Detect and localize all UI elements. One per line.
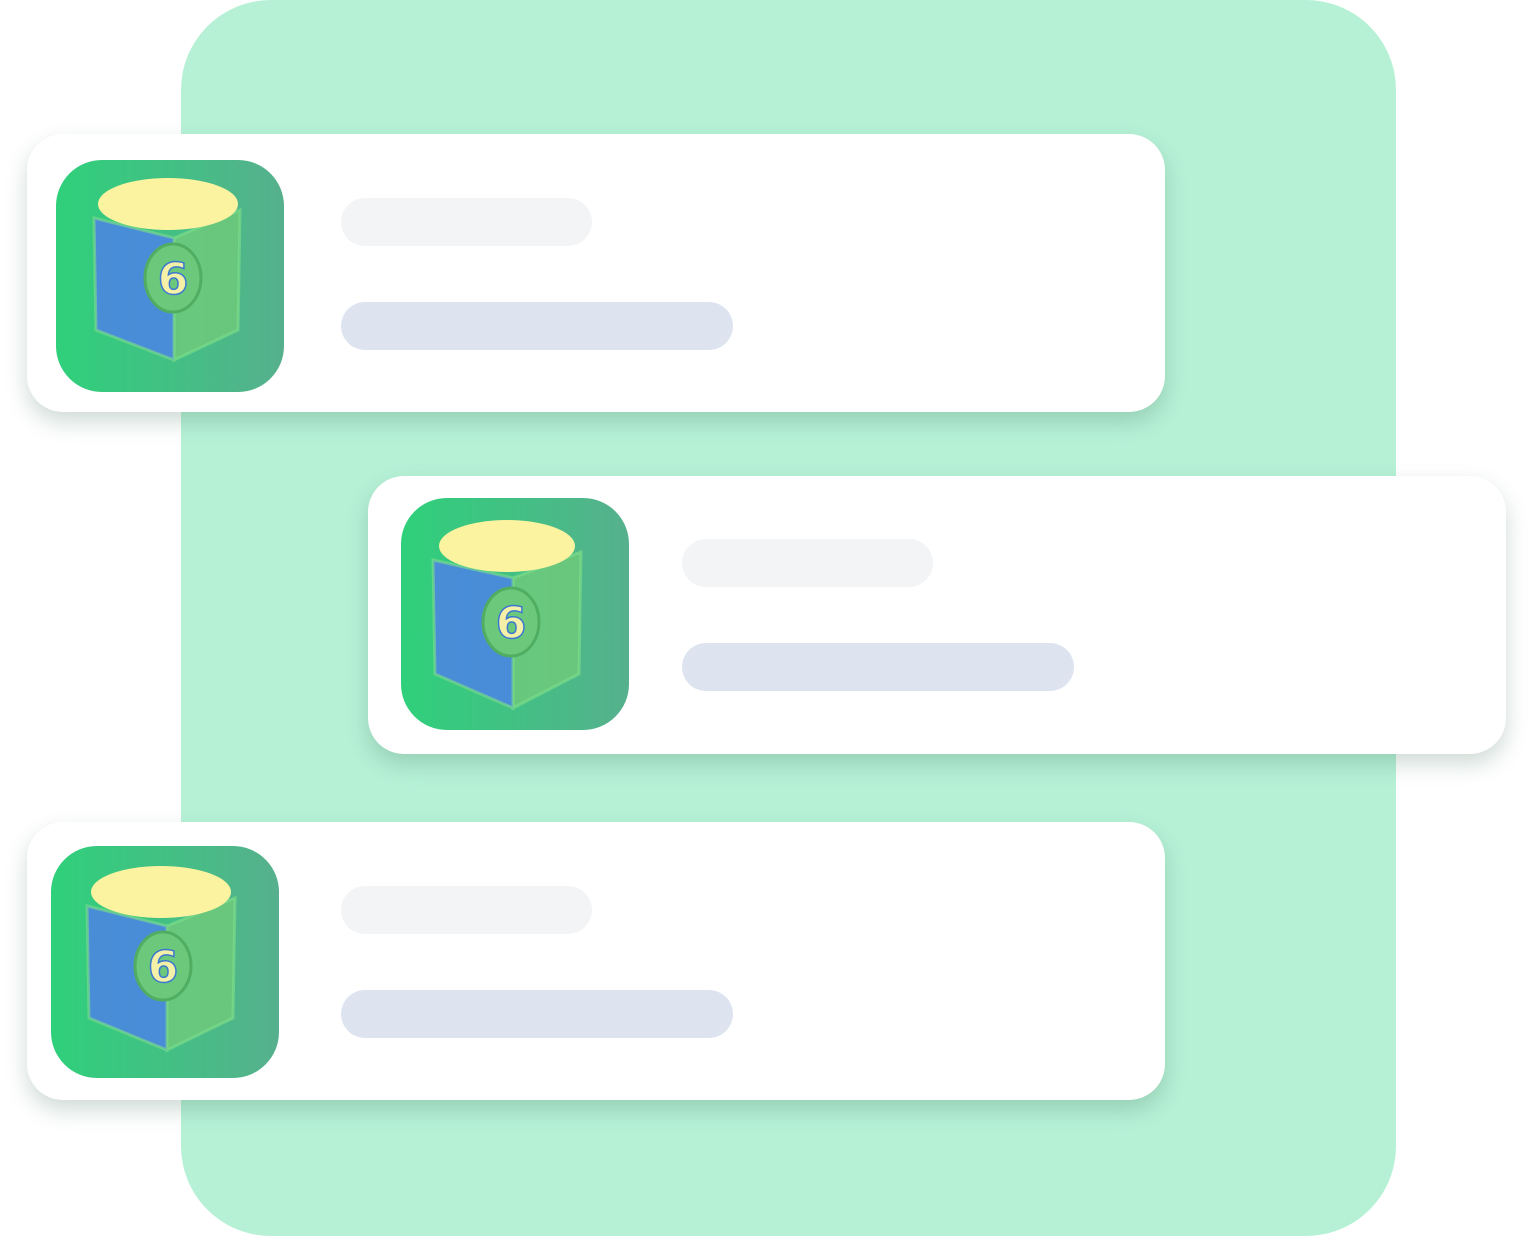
list-item-card[interactable]: 6 bbox=[27, 134, 1165, 412]
title-placeholder-bar bbox=[682, 539, 933, 587]
title-placeholder-bar bbox=[341, 198, 592, 246]
subtitle-placeholder-bar bbox=[682, 643, 1074, 691]
app-icon-glyph: 6 bbox=[496, 598, 527, 649]
list-item-card[interactable]: 6 bbox=[368, 476, 1506, 754]
app-icon-glyph: 6 bbox=[158, 254, 189, 305]
subtitle-placeholder-bar bbox=[341, 302, 733, 350]
subtitle-placeholder-bar bbox=[341, 990, 733, 1038]
app-icon-glyph: 6 bbox=[148, 942, 179, 993]
cube-app-icon: 6 bbox=[56, 160, 284, 392]
cube-app-icon: 6 bbox=[51, 846, 279, 1078]
list-item-card[interactable]: 6 bbox=[27, 822, 1165, 1100]
title-placeholder-bar bbox=[341, 886, 592, 934]
cube-app-icon: 6 bbox=[401, 498, 629, 730]
